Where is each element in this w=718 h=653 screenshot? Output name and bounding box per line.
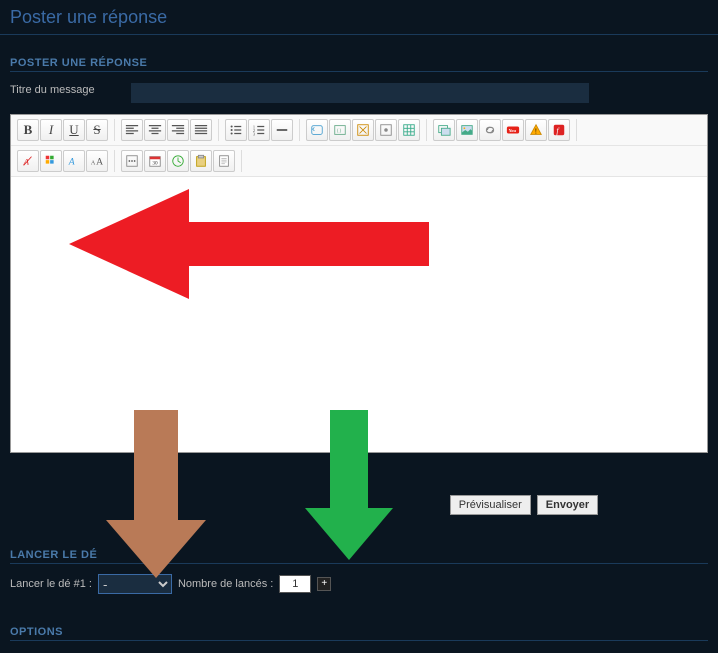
- editor-container: B I U S 123 {}: [10, 114, 708, 453]
- spoiler-icon[interactable]: [352, 119, 374, 141]
- svg-text:!: !: [535, 128, 537, 136]
- date-icon[interactable]: 30: [144, 150, 166, 172]
- dice-add-button[interactable]: +: [317, 577, 331, 591]
- list-unordered-icon[interactable]: [225, 119, 247, 141]
- svg-text:A: A: [96, 157, 103, 168]
- flash-icon[interactable]: f: [548, 119, 570, 141]
- svg-text:{}: {}: [337, 128, 343, 134]
- warning-icon[interactable]: !: [525, 119, 547, 141]
- strike-icon[interactable]: S: [86, 119, 108, 141]
- time-icon[interactable]: [167, 150, 189, 172]
- align-center-icon[interactable]: [144, 119, 166, 141]
- page-icon[interactable]: [213, 150, 235, 172]
- svg-text:30: 30: [152, 161, 158, 167]
- editor-toolbar-row1: B I U S 123 {}: [11, 115, 707, 146]
- svg-text:You: You: [509, 128, 517, 133]
- youtube-icon[interactable]: You: [502, 119, 524, 141]
- host-image-icon[interactable]: [433, 119, 455, 141]
- options-section: OPTIONS: [10, 604, 708, 641]
- svg-text:A: A: [68, 157, 75, 168]
- quote-icon[interactable]: [306, 119, 328, 141]
- more-icon[interactable]: [121, 150, 143, 172]
- underline-icon[interactable]: U: [63, 119, 85, 141]
- preview-button[interactable]: Prévisualiser: [450, 495, 531, 515]
- submit-button[interactable]: Envoyer: [537, 495, 598, 515]
- remove-format-icon[interactable]: A: [17, 150, 39, 172]
- align-justify-icon[interactable]: [190, 119, 212, 141]
- red-arrow-left-icon: [69, 189, 429, 299]
- svg-text:3: 3: [253, 131, 256, 136]
- dice-label-2: Nombre de lancés :: [178, 578, 273, 590]
- brown-arrow-down-icon: [106, 410, 206, 578]
- image-icon[interactable]: [456, 119, 478, 141]
- align-left-icon[interactable]: [121, 119, 143, 141]
- italic-icon[interactable]: I: [40, 119, 62, 141]
- hidden-icon[interactable]: [375, 119, 397, 141]
- font-color-icon[interactable]: [40, 150, 62, 172]
- message-title-input[interactable]: [130, 82, 590, 104]
- font-size-icon[interactable]: AA: [86, 150, 108, 172]
- link-icon[interactable]: [479, 119, 501, 141]
- horizontal-rule-icon[interactable]: [271, 119, 293, 141]
- dice-count-input[interactable]: [279, 575, 311, 593]
- editor-toolbar-row2: A A AA 30: [11, 146, 707, 177]
- align-right-icon[interactable]: [167, 119, 189, 141]
- title-label: Titre du message: [10, 82, 130, 96]
- svg-text:A: A: [91, 161, 96, 167]
- dice-label-1: Lancer le dé #1 :: [10, 578, 92, 590]
- paste-icon[interactable]: [190, 150, 212, 172]
- options-section-header: OPTIONS: [10, 604, 708, 641]
- font-icon[interactable]: A: [63, 150, 85, 172]
- list-ordered-icon[interactable]: 123: [248, 119, 270, 141]
- page-title: Poster une réponse: [0, 0, 718, 35]
- reply-section-header: POSTER UNE RÉPONSE: [10, 35, 708, 72]
- title-field-row: Titre du message: [10, 72, 708, 114]
- code-icon[interactable]: {}: [329, 119, 351, 141]
- green-arrow-down-icon: [305, 410, 393, 560]
- table-icon[interactable]: [398, 119, 420, 141]
- bold-icon[interactable]: B: [17, 119, 39, 141]
